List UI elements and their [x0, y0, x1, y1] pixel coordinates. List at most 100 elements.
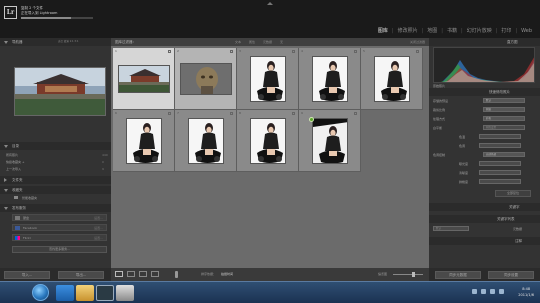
navigator-header[interactable]: 导航器 适合 填满 1:1 3:1 [0, 38, 111, 46]
catalog-item-quick-collection[interactable]: 快捷收藏夹 + 0 [6, 160, 104, 164]
comments-header[interactable]: 注释 [429, 237, 540, 245]
quick-collection-marker-icon[interactable] [354, 50, 357, 53]
wb-temp-stepper[interactable] [479, 134, 521, 139]
module-tab[interactable]: 幻灯片放映 [463, 27, 496, 34]
spray-can-icon[interactable] [175, 271, 178, 278]
exposure-stepper[interactable] [479, 161, 521, 166]
library-filter-title: 图库过滤器： [115, 40, 136, 44]
module-tab[interactable]: 打印 [497, 27, 515, 34]
tray-icon[interactable] [472, 289, 477, 294]
photo-thumbnail[interactable] [250, 118, 286, 164]
grid-cell[interactable]: 3 [237, 48, 299, 110]
grid-cell[interactable]: 9 [299, 110, 361, 172]
grid-view-icon[interactable] [115, 271, 123, 277]
network-icon[interactable] [490, 289, 495, 294]
grid-cell[interactable]: 1 [113, 48, 175, 110]
publish-hard-drive[interactable]: 硬盘 设置... [12, 214, 107, 221]
app-taskbar-icon[interactable] [116, 285, 134, 301]
left-bottom-buttons: 导入... 导出... [0, 268, 111, 281]
publish-facebook[interactable]: Facebook 设置... [12, 224, 107, 231]
grid-cell[interactable]: 5 [361, 48, 423, 110]
filter-metadata[interactable]: 元数据 [263, 40, 272, 44]
histogram-header[interactable]: 直方图 [429, 38, 540, 46]
grid-cell[interactable]: 2 [175, 48, 237, 110]
find-more-services-button[interactable]: 查找更多服务... [12, 246, 107, 253]
photo-thumbnail[interactable] [312, 56, 348, 102]
photo-thumbnail[interactable] [250, 56, 286, 102]
treatment-dropdown[interactable]: 彩色 [483, 116, 525, 121]
photo-thumbnail[interactable] [374, 56, 410, 102]
crop-ratio-dropdown[interactable]: 原始 [483, 107, 525, 112]
loupe-view-icon[interactable] [127, 271, 135, 277]
photo-thumbnail[interactable] [188, 118, 224, 164]
filter-attribute[interactable]: 属性 [249, 40, 255, 44]
filter-preset-dropdown[interactable]: 关闭过滤器 [410, 40, 425, 44]
volume-icon[interactable] [499, 289, 504, 294]
clarity-stepper[interactable] [479, 170, 521, 175]
collections-header[interactable]: 收藏夹 [0, 186, 111, 194]
thumbnail-size-slider-knob[interactable] [412, 272, 415, 277]
quick-collection-marker-icon[interactable] [416, 50, 419, 53]
tray-icon[interactable] [481, 289, 486, 294]
wb-tint-stepper[interactable] [479, 143, 521, 148]
grid-cell[interactable]: 8 [237, 110, 299, 172]
metadata-preset-dropdown[interactable]: 默认 [433, 226, 469, 231]
taskbar-clock[interactable]: 8:48 2011/1/6 [518, 286, 534, 298]
tone-control-row: 色调控制 自动色调 [433, 152, 525, 157]
catalog-item-previous-import[interactable]: 上一次导入 9 [6, 167, 104, 171]
collapse-top-panel-icon[interactable] [267, 2, 273, 5]
auto-tone-button[interactable]: 自动色调 [483, 152, 525, 157]
cell-index: 9 [301, 111, 303, 115]
internet-explorer-icon[interactable] [56, 285, 74, 301]
module-tab[interactable]: Web [517, 28, 536, 34]
catalog-header[interactable]: 目录 [0, 142, 111, 150]
photo-thumbnail[interactable] [312, 118, 348, 164]
sync-settings-button[interactable]: 同步设置 [488, 271, 534, 279]
compare-view-icon[interactable] [139, 271, 147, 277]
saved-preset-dropdown[interactable]: 默认 [483, 98, 525, 103]
photo-thumbnail[interactable] [180, 63, 232, 95]
wb-tint-row: 色调 [459, 143, 521, 148]
quick-collection-marker-icon[interactable] [292, 50, 295, 53]
filter-none[interactable]: 无 [280, 40, 283, 44]
export-button[interactable]: 导出... [58, 271, 104, 279]
quick-collection-marker-icon[interactable] [292, 112, 295, 115]
publish-services-header[interactable]: 发布服务 [0, 204, 111, 212]
quick-collection-marker-icon[interactable] [168, 50, 171, 53]
keywords-header[interactable]: 关键字 [429, 203, 540, 211]
navigator-preview[interactable] [14, 67, 106, 116]
filter-text[interactable]: 文本 [235, 40, 241, 44]
white-balance-dropdown[interactable]: 原照设置 [483, 125, 525, 130]
publish-flickr[interactable]: Flickr 设置... [12, 234, 107, 241]
grid-cell[interactable]: 7 [175, 110, 237, 172]
start-button[interactable] [32, 284, 49, 301]
import-button[interactable]: 导入... [4, 271, 50, 279]
identity-plate-bar: Lr 复制 2 个文件 正在导入到 Lightroom 图库 | 修改照片 | 地图 | 书… [0, 0, 540, 38]
quick-collection-marker-icon[interactable] [354, 112, 357, 115]
survey-view-icon[interactable] [151, 271, 159, 277]
navigator-zoom-options[interactable]: 适合 填满 1:1 3:1 [58, 38, 78, 46]
sync-metadata-button[interactable]: 同步元数据 [435, 271, 481, 279]
reset-all-button[interactable]: 全部复位 [495, 190, 531, 197]
vibrance-stepper[interactable] [479, 179, 521, 184]
folders-header[interactable]: 文件夹 [0, 176, 111, 184]
keyword-list-header[interactable]: 关键字列表 [429, 215, 540, 223]
module-tab[interactable]: 修改照片 [394, 27, 422, 34]
file-explorer-icon[interactable] [76, 285, 94, 301]
sort-dropdown[interactable]: 拍摄时间 [221, 272, 233, 276]
collection-item-smart[interactable]: 智能收藏夹 [14, 196, 37, 200]
photo-thumbnail[interactable] [118, 65, 170, 93]
module-tab[interactable]: 地图 [423, 27, 441, 34]
catalog-item-all-photos[interactable]: 所有照片 440 [6, 153, 108, 157]
module-tab[interactable]: 图库 [374, 27, 392, 34]
quick-develop-header[interactable]: 快速修改照片 [429, 88, 540, 96]
lightroom-taskbar-icon[interactable] [96, 285, 114, 301]
quick-collection-marker-icon[interactable] [230, 50, 233, 53]
quick-collection-marker-icon[interactable] [230, 112, 233, 115]
thumbnail-size-slider[interactable] [393, 274, 423, 275]
grid-cell[interactable]: 6 [113, 110, 175, 172]
quick-collection-marker-icon[interactable] [168, 112, 171, 115]
module-tab[interactable]: 书籍 [443, 27, 461, 34]
photo-thumbnail[interactable] [126, 118, 162, 164]
grid-cell[interactable]: 4 [299, 48, 361, 110]
